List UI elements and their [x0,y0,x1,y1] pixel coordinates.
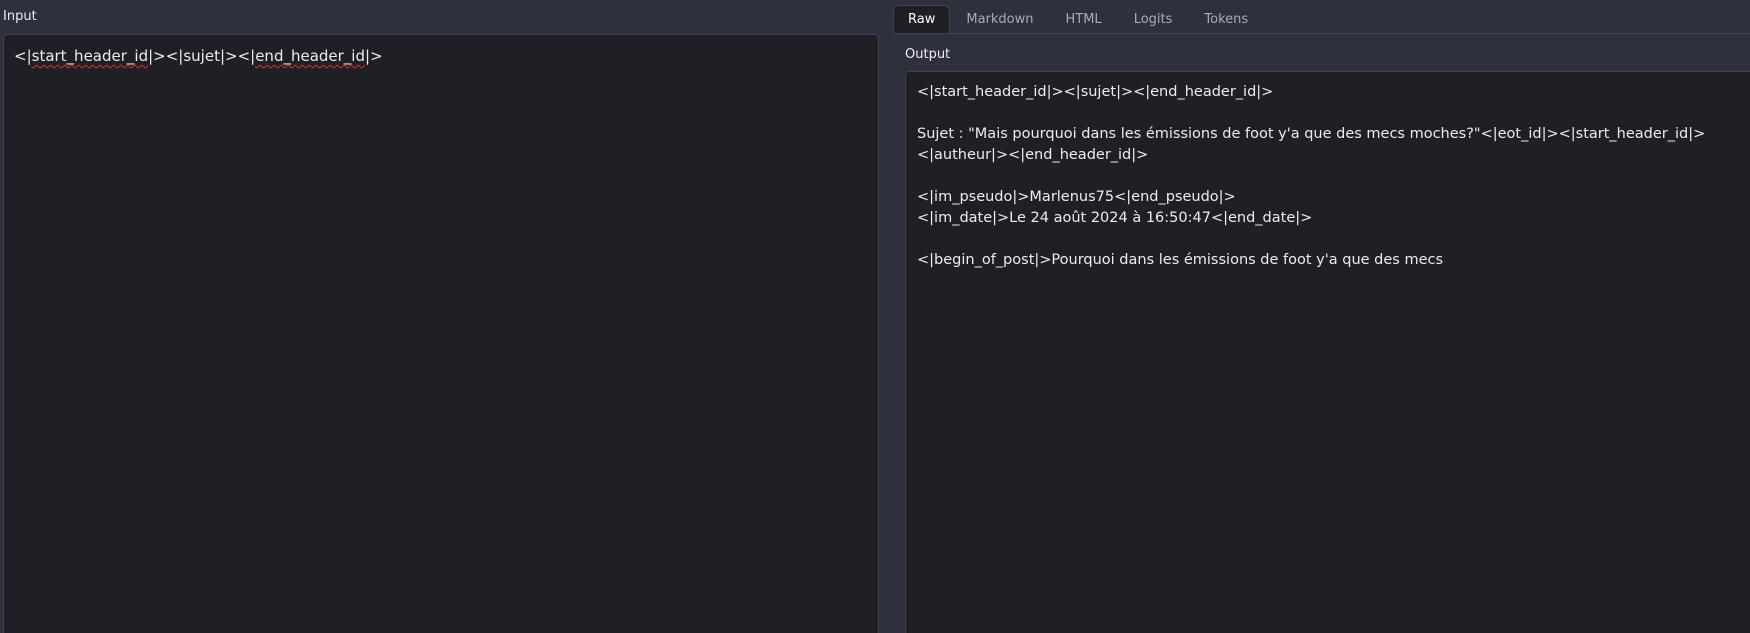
output-line: <|begin_of_post|>Pourquoi dans les émiss… [917,252,1444,268]
tab-tokens[interactable]: Tokens [1188,5,1264,33]
tab-raw[interactable]: Raw [893,5,951,33]
input-label: Input [3,9,37,24]
output-label: Output [905,47,951,62]
input-textarea[interactable]: <|start_header_id|><|sujet|><|end_header… [3,34,879,633]
output-line: Sujet : "Mais pourquoi dans les émission… [917,126,1706,142]
input-text-part: |> [365,47,383,65]
output-line: <|start_header_id|><|sujet|><|end_header… [917,84,1274,100]
tab-divider [893,33,1750,34]
output-tabs: Raw Markdown HTML Logits Tokens [893,5,1264,33]
output-line: <|im_pseudo|>Marlenus75<|end_pseudo|> [917,189,1236,205]
tab-html[interactable]: HTML [1050,5,1118,33]
tab-markdown[interactable]: Markdown [950,5,1049,33]
input-panel: Input <|start_header_id|><|sujet|><|end_… [0,0,880,633]
input-text-misspelled: end_header_id [255,47,365,65]
input-text-part: |><|sujet|><| [148,47,256,65]
output-panel: Raw Markdown HTML Logits Tokens Output <… [893,0,1750,633]
output-line: <|im_date|>Le 24 août 2024 à 16:50:47<|e… [917,210,1313,226]
input-text-part: <| [14,47,32,65]
output-textarea[interactable]: <|start_header_id|><|sujet|><|end_header… [905,71,1750,633]
app-root: Input <|start_header_id|><|sujet|><|end_… [0,0,1750,633]
tab-logits[interactable]: Logits [1118,5,1189,33]
input-text-misspelled: start_header_id [31,47,149,65]
output-line: <|autheur|><|end_header_id|> [917,147,1149,163]
